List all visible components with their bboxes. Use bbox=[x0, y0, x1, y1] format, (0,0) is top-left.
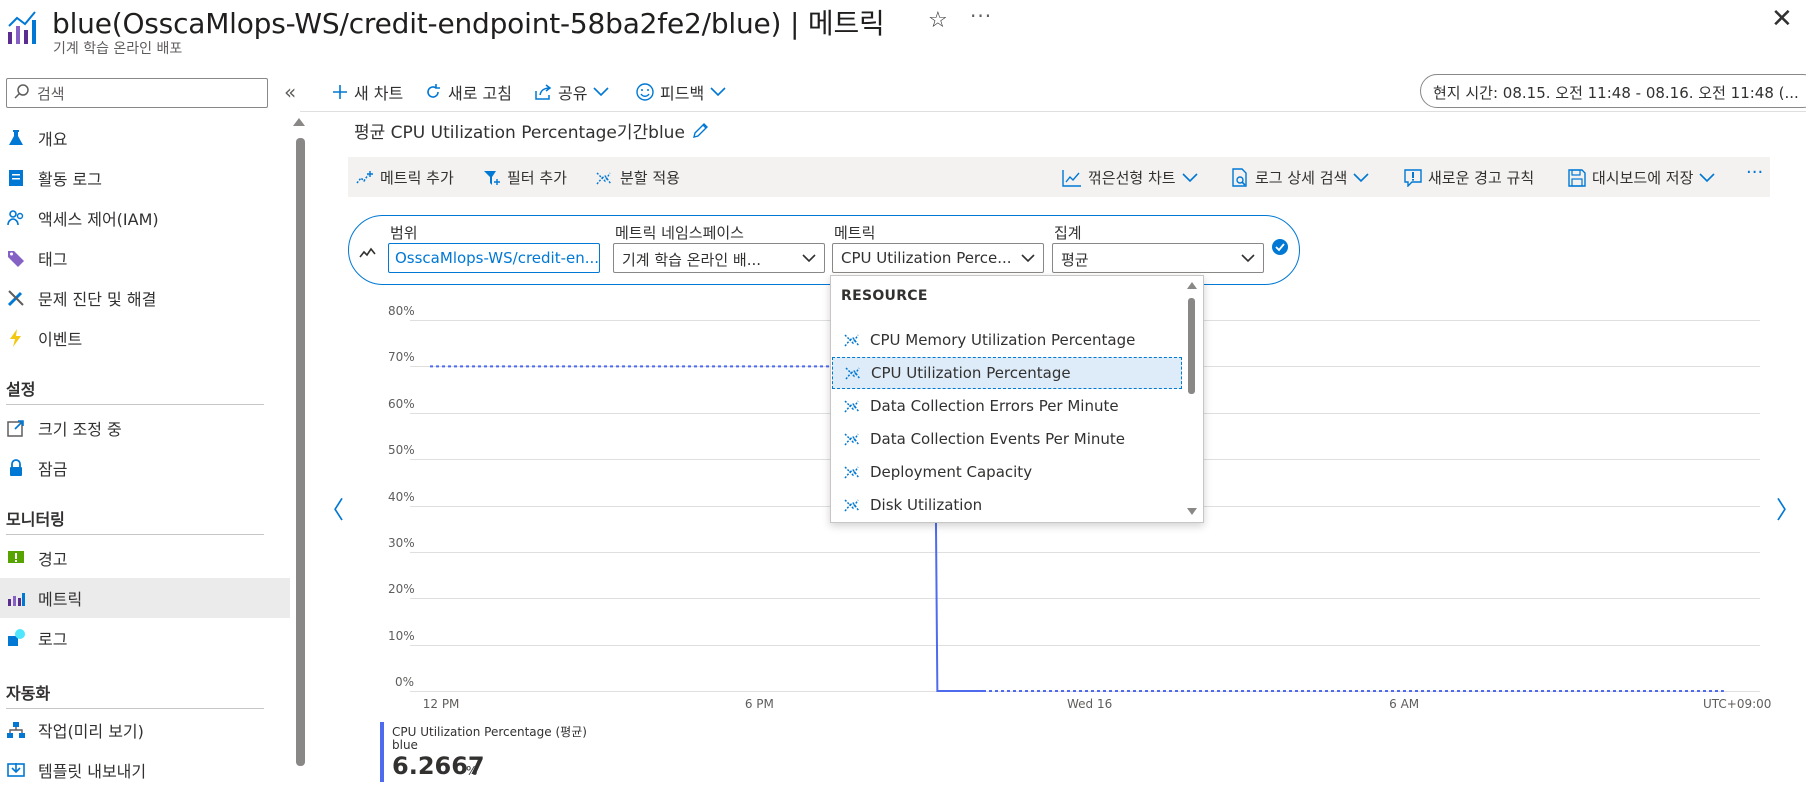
x-tick-label: 6 AM bbox=[1389, 697, 1420, 711]
metric-icon bbox=[844, 499, 860, 512]
dropdown-option-label: Disk Utilization bbox=[870, 496, 983, 514]
dropdown-option-label: Data Collection Events Per Minute bbox=[870, 430, 1126, 448]
dropdown-option-label: CPU Utilization Percentage bbox=[871, 364, 1071, 382]
dropdown-metric-option[interactable]: GPU Energy in Joules bbox=[832, 522, 1182, 523]
dropdown-metric-option[interactable]: Deployment Capacity bbox=[832, 456, 1182, 488]
metric-icon bbox=[844, 433, 860, 446]
dropdown-metric-option[interactable]: CPU Utilization Percentage bbox=[832, 357, 1182, 389]
dropdown-metric-option[interactable]: Disk Utilization bbox=[832, 489, 1182, 521]
legend-color-bar bbox=[380, 722, 384, 782]
dropdown-option-label: Deployment Capacity bbox=[870, 463, 1033, 481]
metric-icon bbox=[844, 466, 860, 479]
metric-icon bbox=[845, 367, 861, 380]
x-tick-label: 12 PM bbox=[422, 697, 460, 711]
legend-unit: % bbox=[466, 764, 478, 778]
metric-dropdown-list: RESOURCE CPU Memory Utilization Percenta… bbox=[830, 275, 1204, 523]
scroll-up-arrow-icon[interactable] bbox=[1186, 281, 1198, 290]
scroll-down-arrow-icon[interactable] bbox=[1186, 507, 1198, 516]
dropdown-group-header: RESOURCE bbox=[841, 288, 928, 304]
legend-resource-name: blue bbox=[392, 738, 418, 752]
dropdown-scrollbar[interactable] bbox=[1188, 298, 1195, 394]
dropdown-option-label: CPU Memory Utilization Percentage bbox=[870, 331, 1136, 349]
dropdown-option-label: Data Collection Errors Per Minute bbox=[870, 397, 1119, 415]
legend-series-name: CPU Utilization Percentage (평균) bbox=[392, 725, 587, 739]
dropdown-metric-option[interactable]: CPU Memory Utilization Percentage bbox=[832, 324, 1182, 356]
dropdown-metric-option[interactable]: Data Collection Events Per Minute bbox=[832, 423, 1182, 455]
metric-icon bbox=[844, 400, 860, 413]
dropdown-metric-option[interactable]: Data Collection Errors Per Minute bbox=[832, 390, 1182, 422]
metric-icon bbox=[844, 334, 860, 347]
x-tick-label: Wed 16 bbox=[1067, 697, 1113, 711]
timezone-label: UTC+09:00 bbox=[1703, 697, 1772, 711]
x-tick-label: 6 PM bbox=[744, 697, 774, 711]
